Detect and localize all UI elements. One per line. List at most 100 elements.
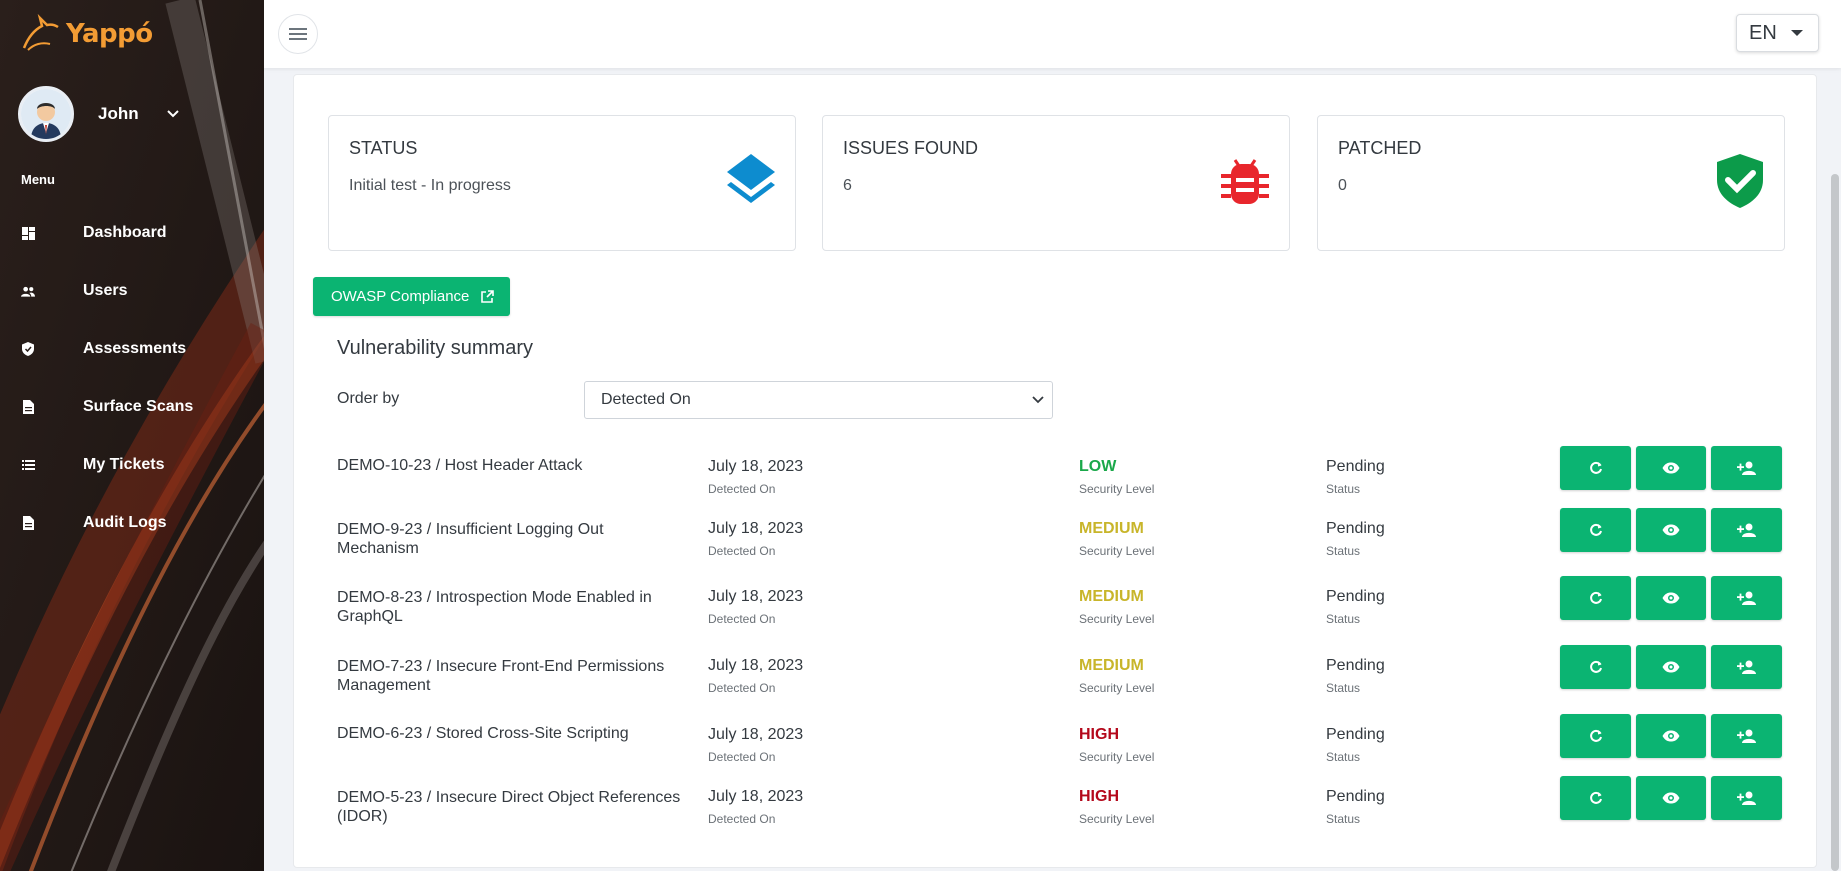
owasp-compliance-label: OWASP Compliance [331, 288, 470, 305]
status-value: Pending [1326, 520, 1385, 537]
sidebar-item-label: Surface Scans [83, 398, 194, 415]
order-by-value: Detected On [601, 391, 691, 408]
chevron-down-icon [1032, 396, 1044, 404]
sidebar-item-audit-logs[interactable]: Audit Logs [0, 494, 264, 552]
eye-icon [1662, 524, 1680, 536]
table-row: DEMO-7-23 / Insecure Front-End Permissio… [337, 645, 1783, 709]
eye-icon [1662, 661, 1680, 673]
security-level-value: MEDIUM [1079, 657, 1144, 674]
view-button[interactable] [1636, 645, 1706, 689]
view-button[interactable] [1636, 508, 1706, 552]
shield-check-icon [1717, 154, 1763, 208]
detected-on-date: July 18, 2023 [708, 788, 804, 805]
sidebar-nav: Dashboard Users Assessments Surface Scan… [0, 204, 264, 552]
assign-user-button[interactable] [1711, 714, 1782, 758]
security-level-label: Security Level [1079, 544, 1155, 558]
retest-button[interactable] [1560, 508, 1631, 552]
detected-on-date: July 18, 2023 [708, 458, 804, 475]
add-user-icon [1736, 461, 1756, 475]
eye-icon [1662, 730, 1680, 742]
sidebar-item-label: Dashboard [83, 224, 167, 241]
dashboard-icon [21, 226, 35, 240]
detected-on-label: Detected On [708, 681, 776, 695]
sidebar-item-dashboard[interactable]: Dashboard [0, 204, 264, 262]
sidebar-item-label: My Tickets [83, 456, 165, 473]
security-level-cell: MEDIUM Security Level [1079, 657, 1154, 695]
document-icon [21, 400, 35, 414]
security-level-label: Security Level [1079, 812, 1155, 826]
sidebar-item-surface-scans[interactable]: Surface Scans [0, 378, 264, 436]
table-row: DEMO-10-23 / Host Header Attack July 18, … [337, 446, 1783, 508]
sidebar-item-label: Users [83, 282, 128, 299]
security-level-label: Security Level [1079, 482, 1155, 496]
view-button[interactable] [1636, 446, 1706, 490]
retest-button[interactable] [1560, 576, 1631, 620]
sidebar-item-users[interactable]: Users [0, 262, 264, 320]
vulnerability-name[interactable]: DEMO-8-23 / Introspection Mode Enabled i… [337, 588, 687, 626]
avatar-image [21, 89, 71, 139]
vulnerability-name[interactable]: DEMO-6-23 / Stored Cross-Site Scripting [337, 724, 687, 743]
assign-user-button[interactable] [1711, 776, 1782, 820]
security-level-cell: LOW Security Level [1079, 458, 1154, 496]
detected-on-label: Detected On [708, 544, 776, 558]
view-button[interactable] [1636, 776, 1706, 820]
view-button[interactable] [1636, 576, 1706, 620]
sidebar-item-assessments[interactable]: Assessments [0, 320, 264, 378]
owasp-compliance-button[interactable]: OWASP Compliance [313, 277, 510, 316]
users-icon [21, 284, 35, 298]
sidebar-item-my-tickets[interactable]: My Tickets [0, 436, 264, 494]
retest-button[interactable] [1560, 446, 1631, 490]
retest-button[interactable] [1560, 714, 1631, 758]
assign-user-button[interactable] [1711, 446, 1782, 490]
assign-user-button[interactable] [1711, 576, 1782, 620]
app-logo[interactable]: Yappó [20, 12, 153, 56]
app-name: Yappó [66, 19, 153, 49]
language-label: EN [1749, 21, 1777, 44]
detected-on-date: July 18, 2023 [708, 520, 804, 537]
status-card-title: STATUS [349, 138, 418, 158]
detected-on-cell: July 18, 2023 Detected On [708, 726, 803, 764]
table-row: DEMO-8-23 / Introspection Mode Enabled i… [337, 576, 1783, 640]
patched-card-value: 0 [1338, 177, 1347, 194]
add-user-icon [1736, 591, 1756, 605]
security-level-value: MEDIUM [1079, 588, 1144, 605]
vulnerability-name[interactable]: DEMO-10-23 / Host Header Attack [337, 456, 687, 475]
bug-icon [1221, 159, 1269, 204]
caret-down-icon [1790, 30, 1803, 36]
detected-on-label: Detected On [708, 612, 776, 626]
retest-button[interactable] [1560, 645, 1631, 689]
view-button[interactable] [1636, 714, 1706, 758]
status-label: Status [1326, 482, 1361, 496]
detected-on-cell: July 18, 2023 Detected On [708, 458, 803, 496]
vulnerability-name[interactable]: DEMO-7-23 / Insecure Front-End Permissio… [337, 657, 687, 695]
assign-user-button[interactable] [1711, 645, 1782, 689]
order-by-select[interactable]: Detected On [584, 381, 1053, 419]
table-row: DEMO-6-23 / Stored Cross-Site Scripting J… [337, 714, 1783, 776]
menu-toggle-button[interactable] [278, 14, 318, 54]
status-cell: Pending Status [1326, 588, 1385, 626]
sidebar: Yappó John Menu Dashboard Users Assessme… [0, 0, 264, 871]
detected-on-label: Detected On [708, 812, 776, 826]
scrollbar[interactable] [1831, 174, 1839, 871]
security-level-label: Security Level [1079, 681, 1155, 695]
assign-user-button[interactable] [1711, 508, 1782, 552]
external-link-icon [481, 290, 495, 303]
status-card: STATUS Initial test - In progress [328, 115, 796, 251]
issues-card-value: 6 [843, 177, 852, 194]
patched-card: PATCHED 0 [1317, 115, 1785, 251]
retest-button[interactable] [1560, 776, 1631, 820]
user-name: John [98, 104, 139, 123]
status-value: Pending [1326, 788, 1385, 805]
security-level-value: HIGH [1079, 726, 1119, 743]
status-card-value: Initial test - In progress [349, 177, 511, 194]
vulnerability-name[interactable]: DEMO-9-23 / Insufficient Logging Out Mec… [337, 520, 687, 558]
vulnerability-name[interactable]: DEMO-5-23 / Insecure Direct Object Refer… [337, 788, 687, 826]
detected-on-label: Detected On [708, 750, 776, 764]
language-dropdown[interactable]: EN [1736, 14, 1819, 52]
issues-found-card: ISSUES FOUND 6 [822, 115, 1290, 251]
list-icon [21, 458, 35, 472]
user-menu[interactable]: John [18, 86, 179, 142]
table-row: DEMO-5-23 / Insecure Direct Object Refer… [337, 776, 1783, 840]
status-cell: Pending Status [1326, 788, 1385, 826]
order-by-label: Order by [337, 390, 400, 407]
